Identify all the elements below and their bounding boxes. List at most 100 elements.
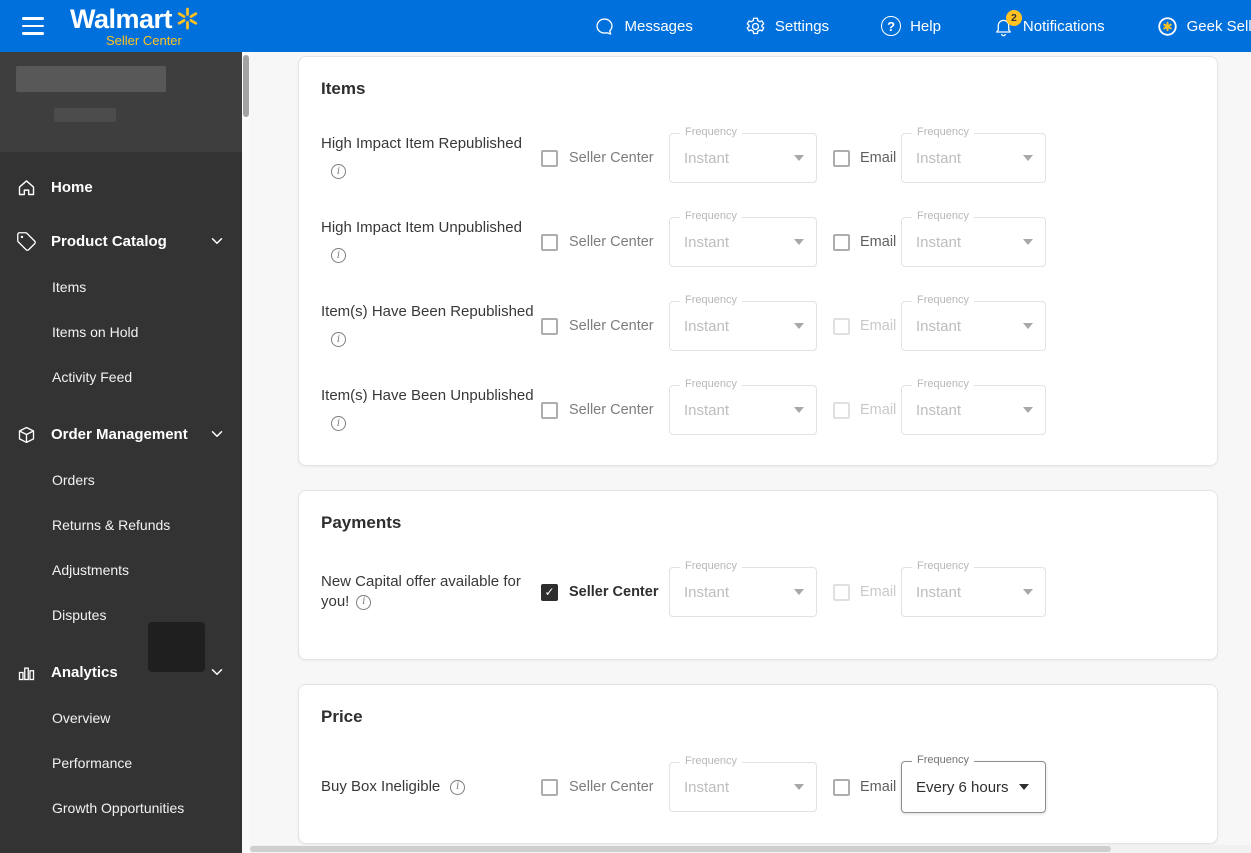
- seller-center-checkbox-checked[interactable]: [541, 583, 558, 601]
- sidebar-item-disputes[interactable]: Disputes: [0, 592, 242, 637]
- setting-label: New Capital offer available for you!: [321, 572, 541, 613]
- seller-center-toggle[interactable]: Seller Center: [541, 583, 669, 601]
- info-icon[interactable]: [450, 779, 466, 795]
- frequency-value: Instant: [916, 317, 962, 335]
- email-toggle-disabled: Email: [833, 317, 901, 335]
- sidebar-item-label: Growth Opportunities: [52, 799, 185, 816]
- sidebar-children: Items Items on Hold Activity Feed: [0, 264, 242, 399]
- sidebar-item-returns-refunds[interactable]: Returns & Refunds: [0, 502, 242, 547]
- seller-center-checkbox[interactable]: [541, 149, 558, 167]
- seller-center-toggle[interactable]: Seller Center: [541, 149, 669, 167]
- sidebar-section-product-catalog: Product Catalog Items Items on Hold Acti…: [0, 222, 242, 399]
- setting-label: Buy Box Ineligible: [321, 777, 541, 797]
- brand-name: Walmart: [70, 3, 173, 34]
- email-frequency-select-enabled[interactable]: Frequency Every 6 hours: [901, 754, 1046, 813]
- sidebar-item-items-on-hold[interactable]: Items on Hold: [0, 309, 242, 354]
- sidebar-item-items[interactable]: Items: [0, 264, 242, 309]
- email-toggle[interactable]: Email: [833, 149, 901, 167]
- card-price: Price Buy Box Ineligible Seller Center F…: [298, 684, 1218, 844]
- chevron-down-icon: [794, 239, 804, 245]
- chevron-down-icon: [1023, 407, 1033, 413]
- info-icon[interactable]: [331, 332, 346, 348]
- geek-seller-spark-badge-icon: [1157, 16, 1177, 36]
- question-circle-icon: [881, 16, 902, 36]
- sidebar-scrollbar-thumb[interactable]: [243, 55, 249, 117]
- seller-center-toggle[interactable]: Seller Center: [541, 317, 669, 335]
- setting-row-buy-box-ineligible: Buy Box Ineligible Seller Center Frequen…: [321, 754, 1195, 813]
- setting-row-high-impact-item-unpublished: High Impact Item Unpublished Seller Cent…: [321, 210, 1195, 267]
- sidebar-item-overview[interactable]: Overview: [0, 695, 242, 740]
- seller-center-checkbox[interactable]: [541, 233, 558, 251]
- seller-center-checkbox[interactable]: [541, 317, 558, 335]
- frequency-floating-label: Frequency: [680, 560, 742, 574]
- frequency-floating-label: Frequency: [912, 210, 974, 224]
- email-frequency-select: Frequency Instant: [901, 560, 1046, 617]
- seller-center-frequency-select: Frequency Instant: [669, 126, 817, 183]
- seller-center-toggle[interactable]: Seller Center: [541, 778, 669, 796]
- sidebar-item-adjustments[interactable]: Adjustments: [0, 547, 242, 592]
- sidebar-item-product-catalog[interactable]: Product Catalog: [0, 222, 242, 260]
- redacted-text-bar: [16, 66, 166, 92]
- seller-center-checkbox[interactable]: [541, 778, 558, 796]
- sidebar-item-label: Overview: [52, 709, 111, 726]
- sidebar-item-analytics[interactable]: Analytics: [0, 653, 242, 691]
- sidebar-item-order-management[interactable]: Order Management: [0, 415, 242, 453]
- nav-messages[interactable]: Messages: [594, 16, 693, 37]
- setting-row-high-impact-item-republished: High Impact Item Republished Seller Cent…: [321, 126, 1195, 183]
- sidebar-item-label: Analytics: [51, 663, 118, 681]
- frequency-value: Instant: [916, 149, 962, 167]
- email-checkbox: [833, 401, 850, 419]
- chevron-down-icon: [1018, 784, 1029, 790]
- frequency-floating-label: Frequency: [912, 754, 974, 768]
- walmart-logo[interactable]: Walmart Seller Center: [70, 3, 200, 47]
- email-checkbox[interactable]: [833, 778, 850, 796]
- email-checkbox[interactable]: [833, 233, 850, 251]
- email-frequency-select: Frequency Instant: [901, 294, 1046, 351]
- seller-center-label: Seller Center: [569, 584, 659, 600]
- card-title: Price: [321, 707, 363, 726]
- sidebar-item-label: Items on Hold: [52, 323, 139, 340]
- chevron-down-icon: [211, 431, 223, 437]
- card-title: Items: [321, 79, 366, 98]
- info-icon[interactable]: [331, 248, 346, 264]
- main-horizontal-scrollbar-thumb[interactable]: [250, 846, 1111, 852]
- seller-info-redacted: [0, 52, 242, 152]
- info-icon[interactable]: [331, 164, 346, 180]
- chevron-down-icon: [794, 407, 804, 413]
- email-toggle[interactable]: Email: [833, 233, 901, 251]
- sidebar-scrollbar[interactable]: [242, 52, 250, 853]
- sidebar-item-activity-feed[interactable]: Activity Feed: [0, 354, 242, 399]
- main-content: Items High Impact Item Republished Selle…: [250, 52, 1251, 853]
- sidebar-children: Orders Returns & Refunds Adjustments Dis…: [0, 457, 242, 637]
- sidebar-item-orders[interactable]: Orders: [0, 457, 242, 502]
- hamburger-menu-button[interactable]: [18, 11, 48, 41]
- info-icon[interactable]: [356, 594, 372, 610]
- info-icon[interactable]: [331, 416, 346, 432]
- walmart-spark-icon: [177, 7, 198, 29]
- seller-center-toggle[interactable]: Seller Center: [541, 233, 669, 251]
- setting-label-text: High Impact Item Republished: [321, 135, 522, 153]
- setting-label: High Impact Item Unpublished: [321, 218, 541, 266]
- frequency-value: Instant: [916, 583, 962, 601]
- email-toggle[interactable]: Email: [833, 778, 901, 796]
- seller-center-checkbox[interactable]: [541, 401, 558, 419]
- nav-settings[interactable]: Settings: [745, 16, 829, 37]
- setting-row-new-capital-offer: New Capital offer available for you! Sel…: [321, 560, 1195, 617]
- email-checkbox[interactable]: [833, 149, 850, 167]
- frequency-floating-label: Frequency: [912, 126, 974, 140]
- sidebar-item-home[interactable]: Home: [0, 168, 242, 206]
- chevron-down-icon: [1023, 323, 1033, 329]
- nav-geek-seller[interactable]: Geek Seller: [1157, 16, 1251, 37]
- sidebar-item-performance[interactable]: Performance: [0, 740, 242, 785]
- topbar: Walmart Seller Center Messages Settings …: [0, 0, 1251, 52]
- sidebar-item-growth-opportunities[interactable]: Growth Opportunities: [0, 785, 242, 830]
- seller-center-toggle[interactable]: Seller Center: [541, 401, 669, 419]
- seller-center-frequency-select: Frequency Instant: [669, 210, 817, 267]
- bell-wrap: 2: [993, 9, 1022, 37]
- nav-help[interactable]: Help: [881, 16, 941, 36]
- nav-notifications[interactable]: 2 Notifications: [993, 9, 1105, 37]
- main-horizontal-scrollbar[interactable]: [250, 845, 1251, 853]
- sidebar-item-label: Order Management: [51, 425, 188, 443]
- brand-row: Walmart: [70, 3, 200, 34]
- email-label: Email: [860, 150, 897, 166]
